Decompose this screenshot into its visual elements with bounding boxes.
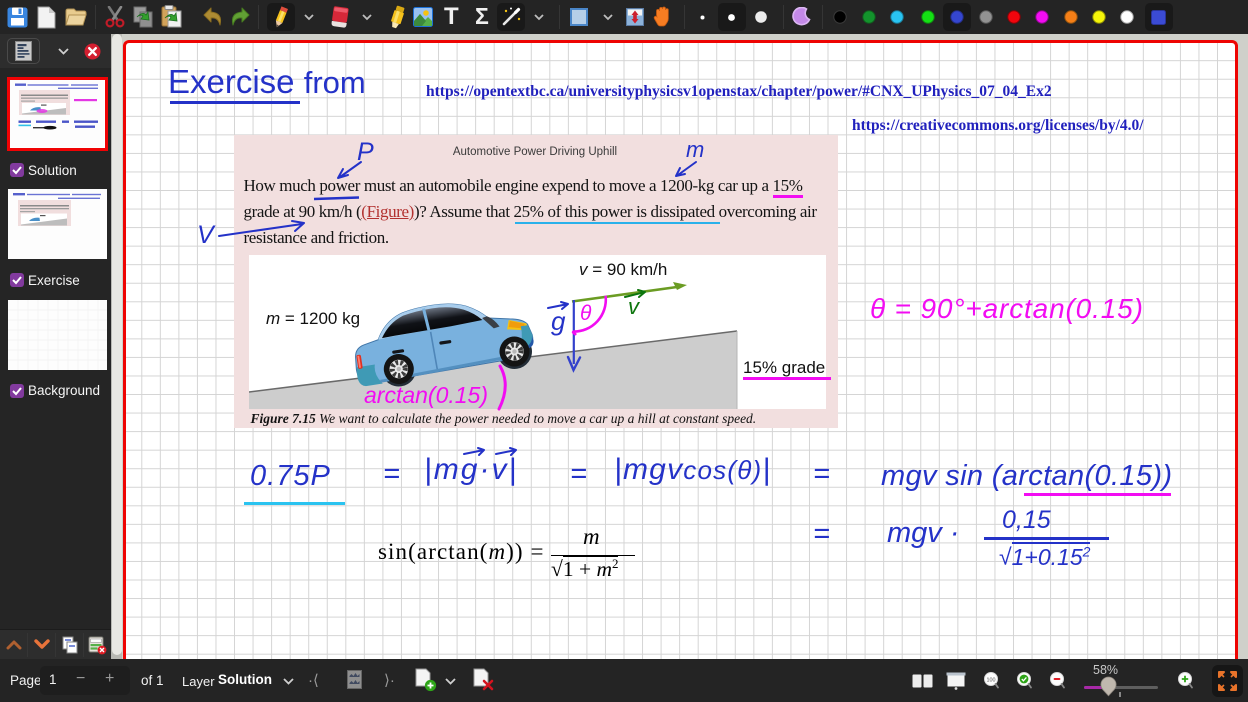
svg-text:100: 100 [987,677,996,683]
